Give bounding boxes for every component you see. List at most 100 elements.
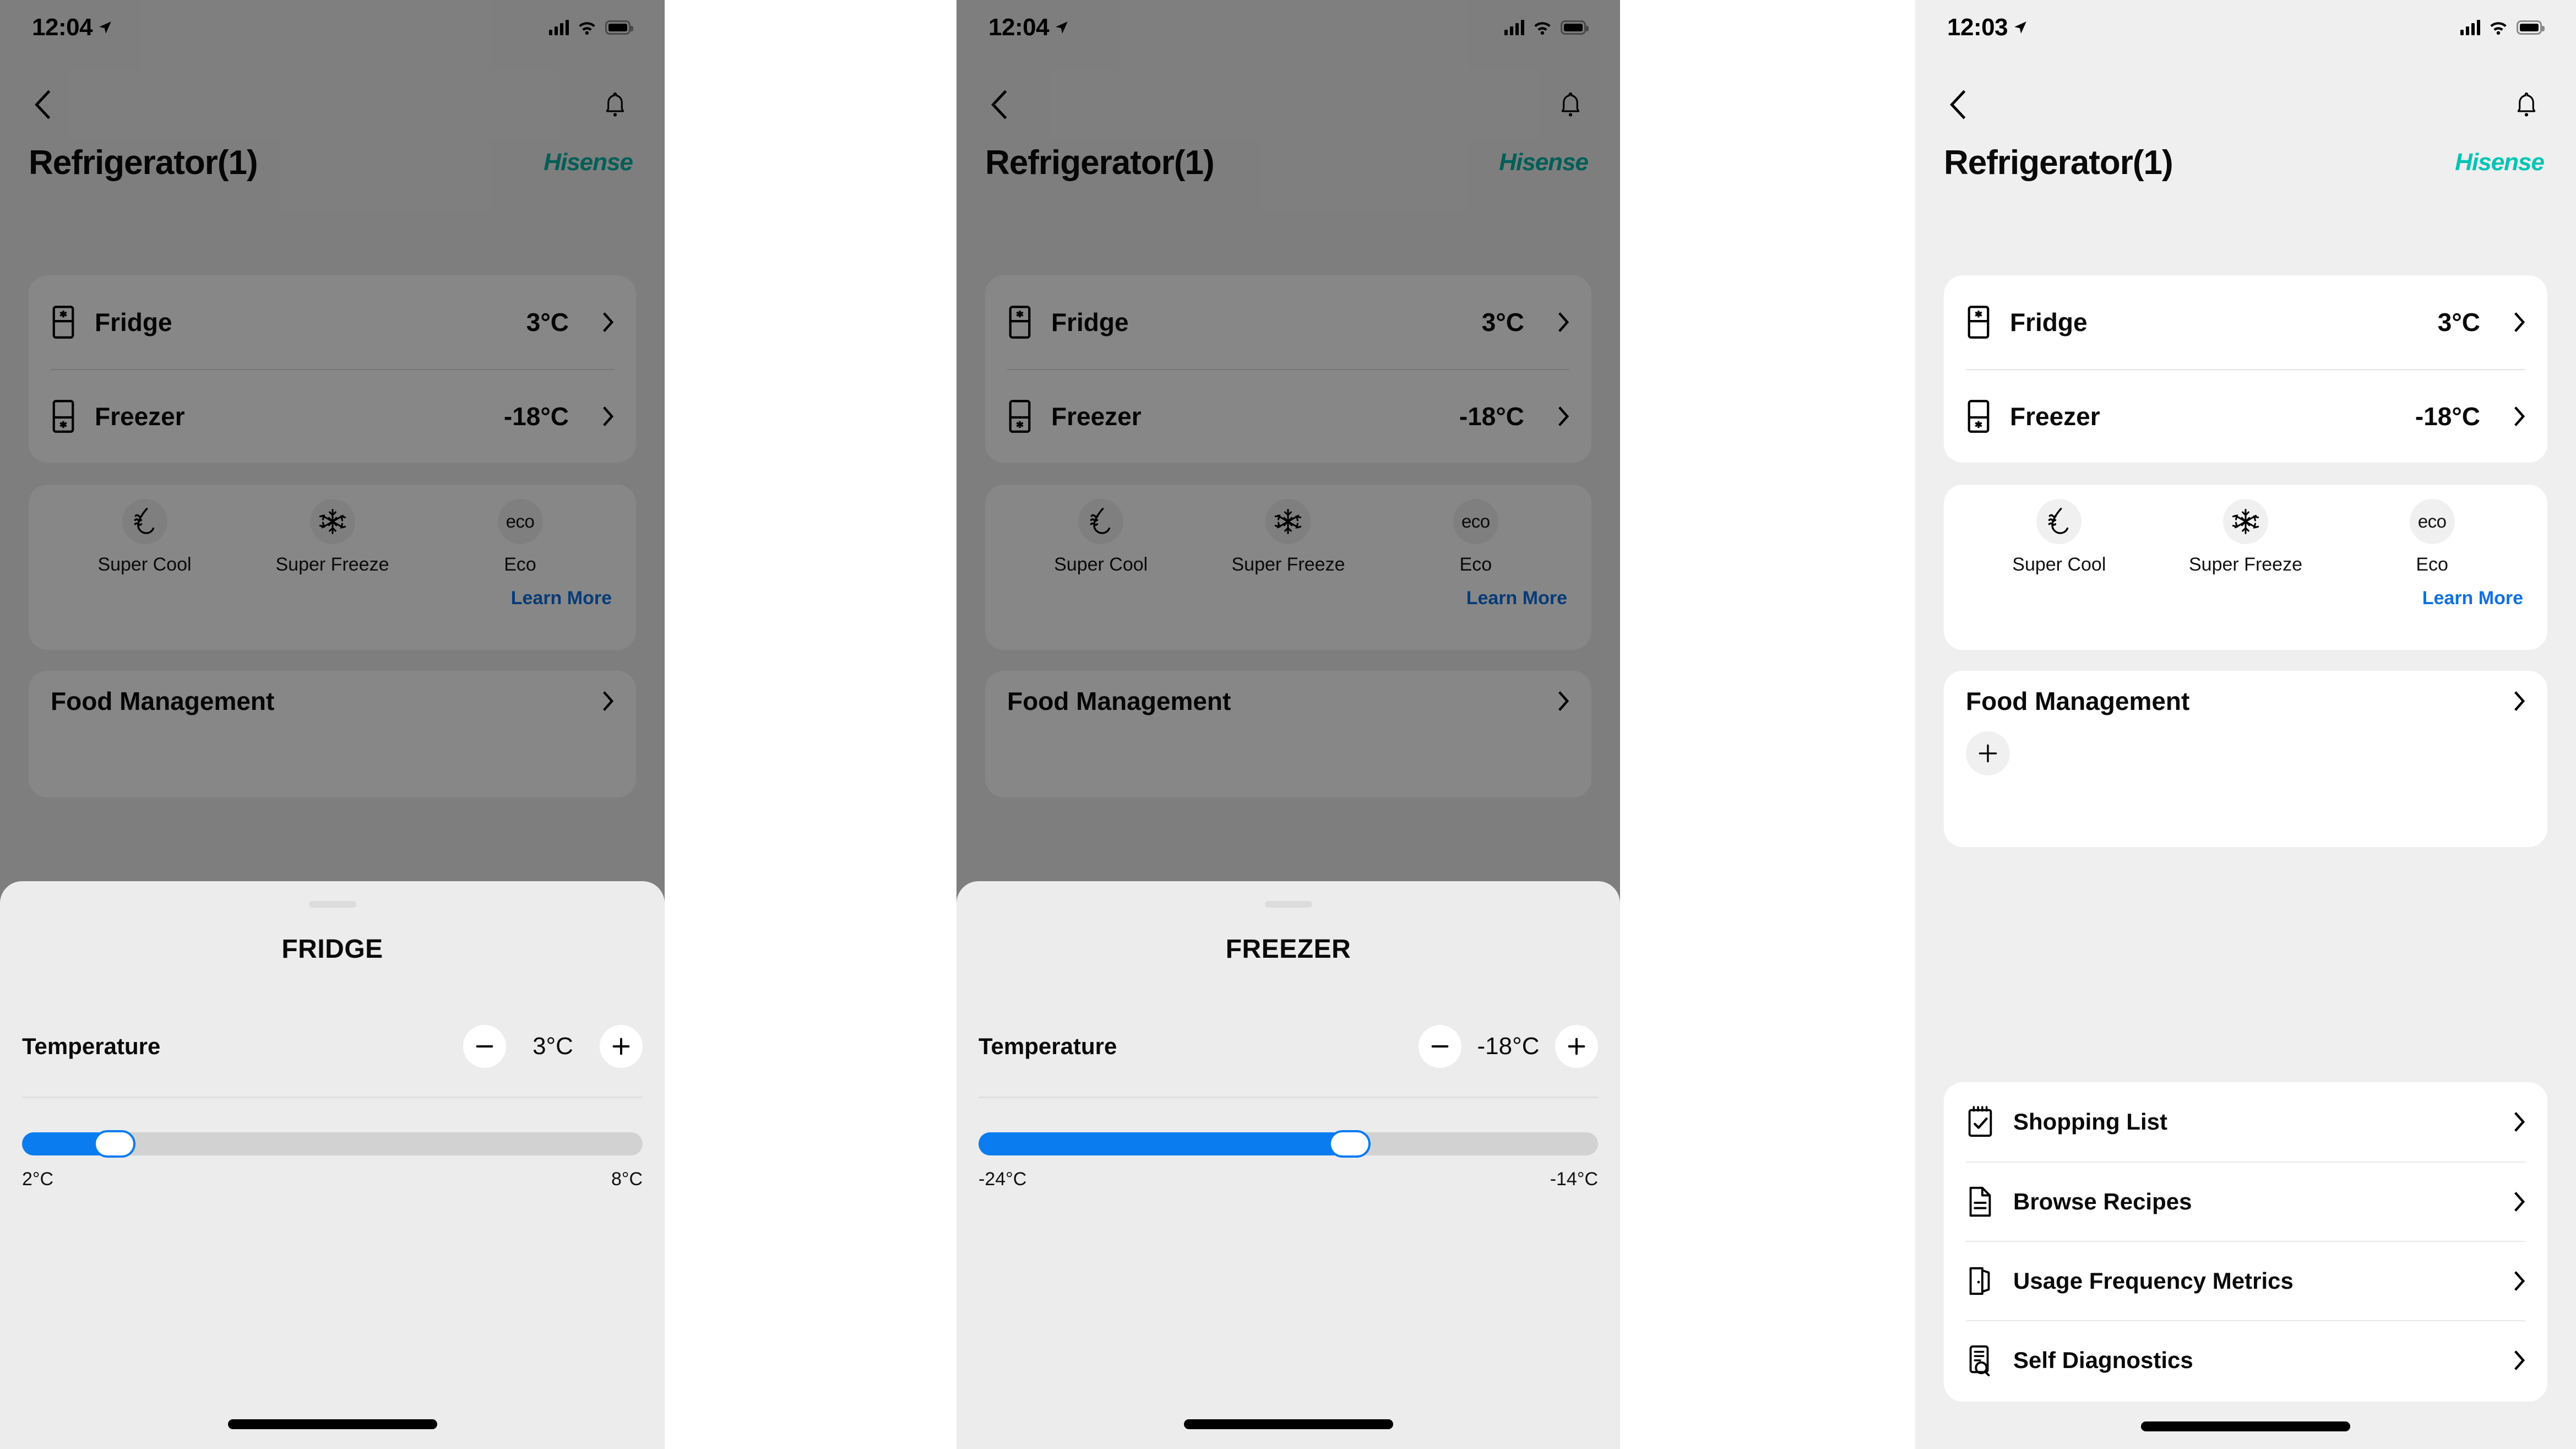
compartment-name: Freezer bbox=[2010, 402, 2100, 431]
temperature-label: Temperature bbox=[979, 1033, 1117, 1059]
status-clock: 12:04 bbox=[32, 14, 112, 41]
modes-card: Super Cool Super Freeze eco Eco Learn Mo… bbox=[985, 485, 1591, 650]
freezer-compartment-icon bbox=[52, 400, 74, 433]
food-management-card: Food Management bbox=[985, 671, 1591, 797]
mode-button-eco[interactable]: eco Eco bbox=[426, 499, 614, 576]
sheet-title: FRIDGE bbox=[281, 935, 383, 964]
freezer-compartment-icon bbox=[1009, 400, 1031, 433]
nav-bar bbox=[1915, 80, 2576, 129]
battery-full-icon bbox=[605, 20, 633, 35]
chevron-left-icon bbox=[991, 90, 1007, 120]
temperature-label: Temperature bbox=[22, 1033, 161, 1059]
app-background-layer: 12:03 Refrigerator(1) Hisense Fridge 3°C… bbox=[1915, 0, 2576, 1449]
mode-button-eco[interactable]: eco Eco bbox=[1382, 499, 1569, 576]
minus-icon bbox=[1431, 1045, 1449, 1048]
mode-button-super-cool[interactable]: Super Cool bbox=[51, 499, 238, 576]
temperature-slider[interactable]: 2°C 8°C bbox=[22, 1130, 643, 1190]
location-arrow-icon bbox=[2014, 21, 2026, 34]
increase-temperature-button[interactable] bbox=[1555, 1025, 1598, 1068]
compartment-row-fridge[interactable]: Fridge 3°C bbox=[1966, 275, 2525, 369]
clock-time: 12:03 bbox=[1947, 14, 2008, 41]
notifications-button[interactable] bbox=[599, 85, 632, 124]
eco-text-icon: eco bbox=[1461, 511, 1490, 531]
slider-max-label: -14°C bbox=[1550, 1169, 1598, 1190]
compartment-name: Fridge bbox=[95, 308, 172, 337]
status-bar: 12:04 bbox=[957, 0, 1620, 55]
title-row: Refrigerator(1) Hisense bbox=[1915, 138, 2576, 187]
battery-full-icon bbox=[1561, 20, 1589, 35]
modes-row: Super Cool Super Freeze eco Eco bbox=[29, 499, 636, 576]
mode-button-super-cool[interactable]: Super Cool bbox=[1966, 499, 2153, 576]
decrease-temperature-button[interactable] bbox=[463, 1025, 506, 1068]
eco-text-icon: eco bbox=[2417, 511, 2447, 531]
notifications-button[interactable] bbox=[2510, 85, 2543, 124]
chevron-right-icon bbox=[2514, 1192, 2525, 1212]
eco-text-icon: eco bbox=[506, 511, 535, 531]
status-clock: 12:04 bbox=[988, 14, 1069, 41]
slider-thumb[interactable] bbox=[1328, 1130, 1371, 1158]
add-food-button[interactable] bbox=[1966, 731, 2010, 775]
compartment-row-freezer[interactable]: Freezer -18°C bbox=[1966, 369, 2525, 463]
mode-label: Eco bbox=[2416, 554, 2448, 575]
mode-button-eco[interactable]: eco Eco bbox=[2339, 499, 2525, 576]
mode-label: Super Freeze bbox=[275, 554, 389, 575]
mode-icon-wrap bbox=[2223, 499, 2268, 544]
slider-track[interactable] bbox=[22, 1130, 643, 1158]
back-button[interactable] bbox=[983, 85, 1016, 124]
list-item-self-diagnostics[interactable]: Self Diagnostics bbox=[1966, 1320, 2525, 1399]
compartment-row-freezer[interactable]: Freezer -18°C bbox=[51, 369, 614, 463]
status-bar: 12:03 bbox=[1915, 0, 2576, 55]
slider-min-label: -24°C bbox=[979, 1169, 1027, 1190]
cellular-signal-icon bbox=[1504, 20, 1524, 35]
compartment-name: Freezer bbox=[95, 402, 185, 431]
snowflake-icon bbox=[319, 509, 346, 534]
fridge-compartment-icon bbox=[1968, 306, 1990, 339]
food-management-header[interactable]: Food Management bbox=[51, 671, 614, 731]
mode-button-super-freeze[interactable]: Super Freeze bbox=[2153, 499, 2339, 576]
fridge-compartment-icon bbox=[1009, 306, 1031, 339]
list-item-shopping-list[interactable]: Shopping List bbox=[1966, 1082, 2525, 1162]
title-row: Refrigerator(1) Hisense bbox=[957, 138, 1620, 187]
mode-label: Super Cool bbox=[1054, 554, 1148, 575]
compartment-row-fridge[interactable]: Fridge 3°C bbox=[51, 275, 614, 369]
wifi-icon bbox=[579, 22, 595, 35]
mode-button-super-freeze[interactable]: Super Freeze bbox=[1194, 499, 1382, 576]
learn-more-link[interactable]: Learn More bbox=[1944, 576, 2547, 609]
list-item-browse-recipes[interactable]: Browse Recipes bbox=[1966, 1162, 2525, 1241]
modes-card: Super Cool Super Freeze eco Eco Learn Mo… bbox=[29, 485, 636, 650]
mode-label: Eco bbox=[1459, 554, 1492, 575]
list-item-usage-frequency-metrics[interactable]: Usage Frequency Metrics bbox=[1966, 1241, 2525, 1320]
temperature-stepper: -18°C bbox=[1419, 1025, 1598, 1068]
food-management-header[interactable]: Food Management bbox=[1007, 671, 1569, 731]
back-button[interactable] bbox=[26, 85, 59, 124]
modes-card: Super Cool Super Freeze eco Eco Learn Mo… bbox=[1944, 485, 2547, 650]
mode-button-super-freeze[interactable]: Super Freeze bbox=[238, 499, 426, 576]
mode-icon-wrap bbox=[1265, 499, 1311, 544]
sheet-grabber[interactable] bbox=[1264, 901, 1312, 908]
temperature-slider[interactable]: -24°C -14°C bbox=[979, 1130, 1598, 1190]
freezer-temperature-sheet: FREEZER Temperature -18°C -24°C -14°C bbox=[957, 881, 1620, 1449]
chevron-right-icon bbox=[2514, 691, 2525, 711]
chevron-right-icon bbox=[2514, 1350, 2525, 1370]
slider-track[interactable] bbox=[979, 1130, 1598, 1158]
page-title: Refrigerator(1) bbox=[1944, 143, 2173, 182]
sheet-grabber[interactable] bbox=[308, 901, 356, 908]
cellular-signal-icon bbox=[549, 20, 569, 35]
title-row: Refrigerator(1) Hisense bbox=[0, 138, 665, 187]
diagnostics-stethoscope-icon bbox=[1969, 1345, 1990, 1376]
back-button[interactable] bbox=[1942, 85, 1975, 124]
food-management-title: Food Management bbox=[51, 687, 275, 715]
notifications-button[interactable] bbox=[1554, 85, 1587, 124]
food-management-header[interactable]: Food Management bbox=[1966, 671, 2525, 731]
slider-range-labels: -24°C -14°C bbox=[979, 1169, 1598, 1190]
compartment-row-fridge[interactable]: Fridge 3°C bbox=[1007, 275, 1569, 369]
mode-button-super-cool[interactable]: Super Cool bbox=[1007, 499, 1194, 576]
compartment-row-freezer[interactable]: Freezer -18°C bbox=[1007, 369, 1569, 463]
increase-temperature-button[interactable] bbox=[600, 1025, 643, 1068]
slider-thumb[interactable] bbox=[93, 1130, 135, 1158]
temperature-control-row: Temperature -18°C bbox=[957, 1025, 1620, 1068]
learn-more-link[interactable]: Learn More bbox=[985, 576, 1591, 609]
decrease-temperature-button[interactable] bbox=[1419, 1025, 1461, 1068]
learn-more-link[interactable]: Learn More bbox=[29, 576, 636, 609]
phone-screen-freezer-sheet: 12:04 Refrigerator(1) Hisense Fridge 3°C… bbox=[957, 0, 1620, 1449]
